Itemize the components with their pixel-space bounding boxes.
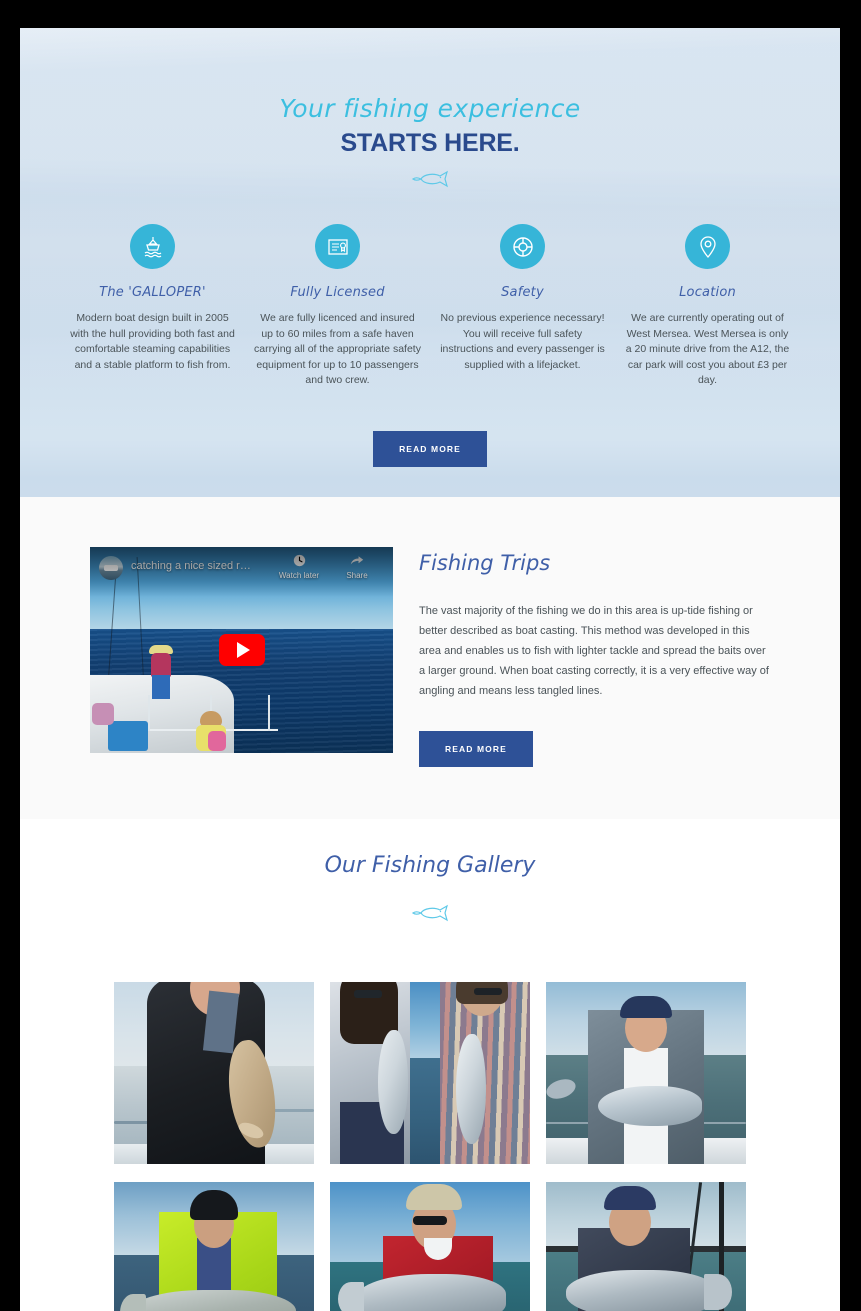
feature-title: Safety xyxy=(501,285,544,300)
gallery-photo[interactable] xyxy=(546,982,746,1164)
gallery-photo[interactable] xyxy=(114,1182,314,1311)
feature-galloper: The 'GALLOPER' Modern boat design built … xyxy=(60,224,245,389)
gallery-photo[interactable] xyxy=(114,982,314,1164)
trips-heading: Fishing Trips xyxy=(419,551,551,575)
feature-body: No previous experience necessary! You wi… xyxy=(440,312,605,371)
feature-title: Location xyxy=(679,285,736,300)
gallery-section: Our Fishing Gallery xyxy=(20,819,840,1311)
trips-body: The vast majority of the fishing we do i… xyxy=(419,605,769,697)
feature-body: We are fully licenced and insured up to … xyxy=(254,312,421,386)
feature-title: The 'GALLOPER' xyxy=(99,285,206,300)
gallery-grid xyxy=(20,924,840,1311)
youtube-video-player[interactable]: catching a nice sized reef Pollock Watch… xyxy=(90,547,393,753)
feature-location: Location We are currently operating out … xyxy=(615,224,800,389)
hero-read-more-button[interactable]: READ MORE xyxy=(373,430,487,467)
trips-text-block: Fishing Trips The vast majority of the f… xyxy=(419,547,770,767)
child-figure xyxy=(196,711,226,751)
cooler-box xyxy=(108,721,148,751)
gallery-photo[interactable] xyxy=(330,1182,530,1311)
feature-columns: The 'GALLOPER' Modern boat design built … xyxy=(20,190,840,389)
youtube-top-bar xyxy=(90,547,393,597)
feature-safety: Safety No previous experience necessary!… xyxy=(430,224,615,389)
boat-post xyxy=(268,695,270,731)
angler-figure xyxy=(148,645,174,699)
hero-title-bold: STARTS HERE. xyxy=(340,129,520,157)
map-pin-icon xyxy=(685,224,730,269)
feature-body: We are currently operating out of West M… xyxy=(625,312,790,386)
hero-title-script: Your fishing experience xyxy=(279,94,581,123)
feature-licensed: Fully Licensed We are fully licenced and… xyxy=(245,224,430,389)
hero-section: Your fishing experience STARTS HERE. The… xyxy=(20,28,840,497)
play-icon[interactable] xyxy=(218,634,265,666)
boat-post xyxy=(148,695,150,731)
feature-body: Modern boat design built in 2005 with th… xyxy=(70,312,235,371)
certificate-icon xyxy=(315,224,360,269)
fish-icon xyxy=(411,170,448,188)
gallery-photo[interactable] xyxy=(330,982,530,1164)
bucket xyxy=(92,703,114,725)
boat-icon xyxy=(130,224,175,269)
gallery-photo[interactable] xyxy=(546,1182,746,1311)
page-root: Your fishing experience STARTS HERE. The… xyxy=(20,28,840,1311)
lifering-icon xyxy=(500,224,545,269)
trips-read-more-button[interactable]: READ MORE xyxy=(419,731,533,767)
feature-title: Fully Licensed xyxy=(290,285,385,300)
gallery-heading: Our Fishing Gallery xyxy=(324,853,536,878)
fishing-trips-section: catching a nice sized reef Pollock Watch… xyxy=(20,497,840,819)
fish-icon xyxy=(411,904,448,922)
